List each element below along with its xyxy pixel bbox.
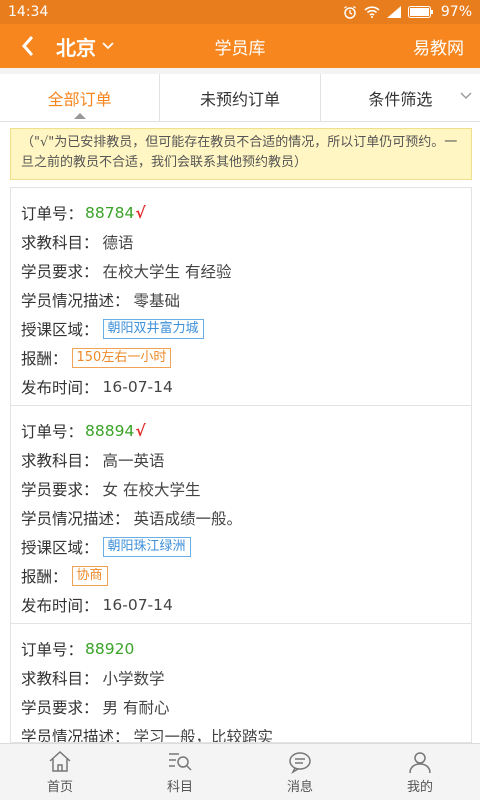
city-selector[interactable]: 北京 bbox=[56, 32, 186, 61]
assigned-check-icon: √ bbox=[135, 421, 146, 440]
description-row: 学员情况描述： 英语成绩一般。 bbox=[21, 503, 461, 532]
description-row: 学员情况描述： 零基础 bbox=[21, 285, 461, 314]
requirement-value: 在校大学生 有经验 bbox=[102, 262, 232, 281]
pay-row: 报酬： 协商 bbox=[21, 561, 461, 590]
requirement-label: 学员要求： bbox=[21, 480, 99, 499]
order-number-label: 订单号： bbox=[21, 640, 84, 659]
subject-row: 求教科目： 高一英语 bbox=[21, 445, 461, 474]
bottom-nav: 首页 科目 消息 我的 bbox=[0, 743, 480, 800]
home-icon bbox=[49, 750, 71, 772]
tab-filter-label: 条件筛选 bbox=[368, 89, 433, 109]
page-title: 学员库 bbox=[214, 38, 266, 59]
nav-profile[interactable]: 我的 bbox=[360, 744, 480, 800]
order-list: 订单号： 88784 √ 求教科目： 德语 学员要求： 在校大学生 有经验 学员… bbox=[10, 187, 472, 743]
battery-level: 97% bbox=[440, 4, 472, 20]
message-icon bbox=[289, 751, 311, 774]
requirement-label: 学员要求： bbox=[21, 698, 99, 717]
order-tabs: 全部订单 未预约订单 条件筛选 bbox=[0, 74, 480, 122]
chevron-down-icon bbox=[460, 92, 472, 99]
subject-value: 小学数学 bbox=[102, 669, 165, 688]
published-row: 发布时间： 16-07-14 bbox=[21, 372, 461, 401]
requirement-row: 学员要求： 女 在校大学生 bbox=[21, 474, 461, 503]
pay-tag: 150左右一小时 bbox=[71, 347, 172, 368]
description-label: 学员情况描述： bbox=[21, 509, 130, 528]
requirement-row: 学员要求： 男 有耐心 bbox=[21, 692, 461, 721]
order-card[interactable]: 订单号： 88894 √ 求教科目： 高一英语 学员要求： 女 在校大学生 学员… bbox=[11, 406, 471, 624]
order-number: 88894 bbox=[85, 421, 135, 440]
requirement-value: 男 有耐心 bbox=[102, 698, 170, 717]
area-row: 授课区域： 朝阳珠江绿洲 bbox=[21, 532, 461, 561]
notice-banner: （"√"为已安排教员，但可能存在教员不合适的情况，所以订单仍可预约。一旦之前的教… bbox=[10, 128, 472, 180]
app-header: 北京 学员库 易教网 bbox=[0, 24, 480, 68]
tab-unbooked-orders[interactable]: 未预约订单 bbox=[160, 74, 321, 121]
area-tag: 朝阳珠江绿洲 bbox=[102, 536, 191, 557]
nav-subject[interactable]: 科目 bbox=[120, 744, 240, 800]
order-number-row: 订单号： 88920 bbox=[21, 634, 461, 663]
signal-icon bbox=[386, 6, 401, 18]
description-label: 学员情况描述： bbox=[21, 291, 130, 310]
description-row: 学员情况描述： 学习一般，比较踏实 bbox=[21, 721, 461, 743]
nav-messages[interactable]: 消息 bbox=[240, 744, 360, 800]
nav-profile-label: 我的 bbox=[406, 779, 433, 795]
pay-row: 报酬： 150左右一小时 bbox=[21, 343, 461, 372]
area-label: 授课区域： bbox=[21, 320, 99, 339]
published-label: 发布时间： bbox=[21, 596, 99, 615]
nav-home-label: 首页 bbox=[46, 779, 73, 795]
wifi-icon bbox=[364, 6, 380, 18]
status-bar: 14:34 97% bbox=[0, 0, 480, 24]
subject-row: 求教科目： 德语 bbox=[21, 227, 461, 256]
subject-value: 德语 bbox=[102, 233, 134, 252]
nav-subject-label: 科目 bbox=[166, 779, 193, 795]
area-label: 授课区域： bbox=[21, 538, 99, 557]
subject-label: 求教科目： bbox=[21, 233, 99, 252]
tab-filter[interactable]: 条件筛选 bbox=[321, 74, 480, 121]
city-name: 北京 bbox=[56, 35, 96, 60]
published-label: 发布时间： bbox=[21, 378, 99, 397]
back-button[interactable] bbox=[0, 24, 56, 68]
tab-all-orders[interactable]: 全部订单 bbox=[0, 74, 161, 121]
order-number-label: 订单号： bbox=[21, 204, 84, 223]
pay-label: 报酬： bbox=[21, 349, 68, 368]
chevron-down-icon bbox=[102, 42, 114, 50]
requirement-label: 学员要求： bbox=[21, 262, 99, 281]
description-label: 学员情况描述： bbox=[21, 727, 130, 743]
published-row: 发布时间： 16-07-14 bbox=[21, 590, 461, 619]
pay-tag: 协商 bbox=[71, 565, 108, 586]
active-tab-indicator bbox=[73, 113, 86, 119]
order-number-row: 订单号： 88784 √ bbox=[21, 198, 461, 227]
tab-all-orders-label: 全部订单 bbox=[47, 89, 112, 109]
order-number: 88920 bbox=[85, 639, 135, 658]
order-number: 88784 bbox=[85, 203, 135, 222]
subject-value: 高一英语 bbox=[102, 451, 165, 470]
status-time: 14:34 bbox=[8, 4, 49, 20]
pay-label: 报酬： bbox=[21, 567, 68, 586]
order-card[interactable]: 订单号： 88784 √ 求教科目： 德语 学员要求： 在校大学生 有经验 学员… bbox=[11, 188, 471, 406]
requirement-value: 女 在校大学生 bbox=[102, 480, 201, 499]
subject-label: 求教科目： bbox=[21, 451, 99, 470]
nav-messages-label: 消息 bbox=[286, 779, 313, 795]
subject-label: 求教科目： bbox=[21, 669, 99, 688]
assigned-check-icon: √ bbox=[135, 203, 146, 222]
published-value: 16-07-14 bbox=[102, 595, 173, 614]
order-number-row: 订单号： 88894 √ bbox=[21, 416, 461, 445]
tab-unbooked-orders-label: 未预约订单 bbox=[199, 89, 280, 109]
nav-home[interactable]: 首页 bbox=[0, 744, 120, 800]
description-value: 零基础 bbox=[133, 291, 181, 310]
subject-search-icon bbox=[169, 752, 192, 771]
battery-icon bbox=[407, 6, 434, 18]
back-arrow-icon bbox=[21, 36, 34, 56]
order-number-label: 订单号： bbox=[21, 422, 84, 441]
order-card[interactable]: 订单号： 88920 求教科目： 小学数学 学员要求： 男 有耐心 学员情况描述… bbox=[11, 624, 471, 743]
alarm-icon bbox=[343, 5, 357, 19]
brand-label: 易教网 bbox=[413, 38, 464, 59]
description-value: 英语成绩一般。 bbox=[133, 509, 243, 528]
user-icon bbox=[409, 751, 431, 773]
published-value: 16-07-14 bbox=[102, 377, 173, 396]
description-value: 学习一般，比较踏实 bbox=[133, 727, 274, 743]
requirement-row: 学员要求： 在校大学生 有经验 bbox=[21, 256, 461, 285]
area-tag: 朝阳双井富力城 bbox=[102, 318, 204, 339]
subject-row: 求教科目： 小学数学 bbox=[21, 663, 461, 692]
area-row: 授课区域： 朝阳双井富力城 bbox=[21, 314, 461, 343]
